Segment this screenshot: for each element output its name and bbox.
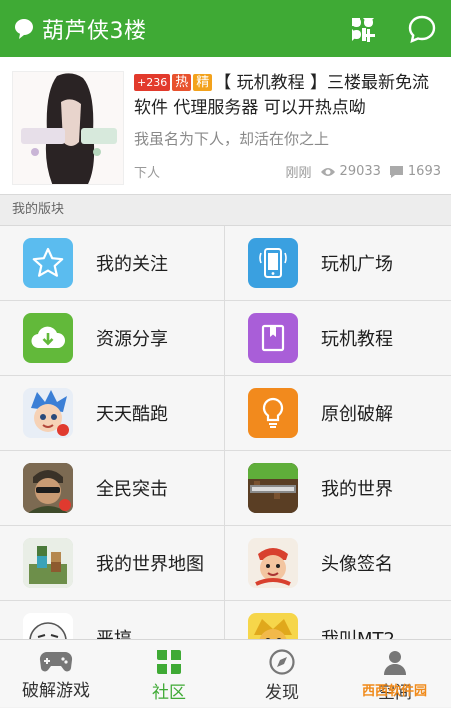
tab-label: 破解游戏 — [22, 681, 90, 701]
board-my-follow[interactable]: 我的关注 — [0, 226, 225, 301]
phone-icon — [248, 238, 298, 288]
board-minecraft[interactable]: 我的世界 — [225, 451, 451, 526]
app-header: 葫芦侠3楼 — [0, 0, 451, 57]
tab-label: 发现 — [265, 683, 299, 703]
watermark-logo: 西西软件园 — [362, 684, 428, 699]
board-tutorial[interactable]: 玩机教程 — [225, 301, 451, 376]
board-phone-square[interactable]: 玩机广场 — [225, 226, 451, 301]
board-label: 我的关注 — [96, 254, 168, 275]
post-time: 刚刚 — [285, 166, 312, 181]
board-original-crack[interactable]: 原创破解 — [225, 376, 451, 451]
board-label: 原创破解 — [321, 404, 393, 425]
gamepad-icon — [39, 651, 73, 672]
board-resource-share[interactable]: 资源分享 — [0, 301, 225, 376]
cloud-download-icon — [23, 313, 73, 363]
eye-icon — [320, 167, 335, 176]
star-icon — [23, 238, 73, 288]
comment-icon — [389, 165, 403, 178]
gourd-logo-icon — [15, 18, 33, 39]
board-all-assault[interactable]: 全民突击 — [0, 451, 225, 526]
community-icon — [157, 650, 181, 674]
tab-discover[interactable]: 发现 — [226, 640, 338, 708]
featured-badge: 精 — [193, 74, 213, 91]
cartoon-avatar-icon — [248, 538, 298, 588]
tab-crack-games[interactable]: 破解游戏 — [0, 640, 112, 708]
board-label: 玩机教程 — [321, 329, 393, 350]
board-avatar-sign[interactable]: 头像签名 — [225, 526, 451, 601]
game-avatar-icon — [23, 388, 73, 438]
board-label: 我的世界 — [321, 479, 393, 500]
board-label: 资源分享 — [96, 329, 168, 350]
board-minecraft-map[interactable]: 我的世界地图 — [0, 526, 225, 601]
board-label: 全民突击 — [96, 479, 168, 500]
meme-face-icon — [23, 613, 73, 639]
board-label: 天天酷跑 — [96, 404, 168, 425]
minecraft-map-icon — [23, 538, 73, 588]
board-label: 我的世界地图 — [96, 554, 204, 575]
view-count: 29033 — [339, 164, 381, 179]
minecraft-icon — [248, 463, 298, 513]
soldier-avatar-icon — [23, 463, 73, 513]
book-icon — [248, 313, 298, 363]
compass-icon — [269, 649, 295, 675]
featured-post[interactable]: +236 热精【 玩机教程 】三楼最新免流软件 代理服务器 可以开热点呦 我虽名为… — [0, 57, 451, 195]
post-title[interactable]: +236 热精【 玩机教程 】三楼最新免流软件 代理服务器 可以开热点呦 — [134, 71, 443, 121]
post-summary: 我虽名为下人，却活在你之上 — [134, 130, 330, 148]
mt2-icon — [248, 613, 298, 639]
board-mt2[interactable]: 我叫MT2 — [225, 601, 451, 639]
score-badge: +236 — [134, 74, 171, 91]
post-meta: 下人 刚刚 29033 1693 — [134, 162, 441, 181]
tab-label: 社区 — [152, 683, 186, 703]
tab-community[interactable]: 社区 — [113, 640, 225, 708]
app-title: 葫芦侠3楼 — [42, 18, 147, 44]
section-header: 我的版块 — [0, 195, 451, 226]
chat-bubble-icon[interactable] — [407, 14, 437, 44]
board-label: 恶搞 — [96, 625, 132, 639]
post-author[interactable]: 下人 — [134, 162, 278, 181]
board-label: 玩机广场 — [321, 254, 393, 275]
board-spoof[interactable]: 恶搞 — [0, 601, 225, 639]
person-icon — [384, 651, 406, 675]
comment-count: 1693 — [407, 164, 441, 179]
board-daily-parkour[interactable]: 天天酷跑 — [0, 376, 225, 451]
bulb-icon — [248, 388, 298, 438]
board-grid: 我的关注 玩机广场 资源分享 玩机教程 天天酷跑 原创破解 全民突击 我的世界 … — [0, 226, 451, 639]
add-board-icon[interactable] — [348, 14, 378, 44]
hot-badge: 热 — [172, 74, 192, 91]
board-label: 我叫MT2 — [321, 625, 395, 639]
board-label: 头像签名 — [321, 554, 393, 575]
post-thumbnail — [12, 71, 124, 185]
